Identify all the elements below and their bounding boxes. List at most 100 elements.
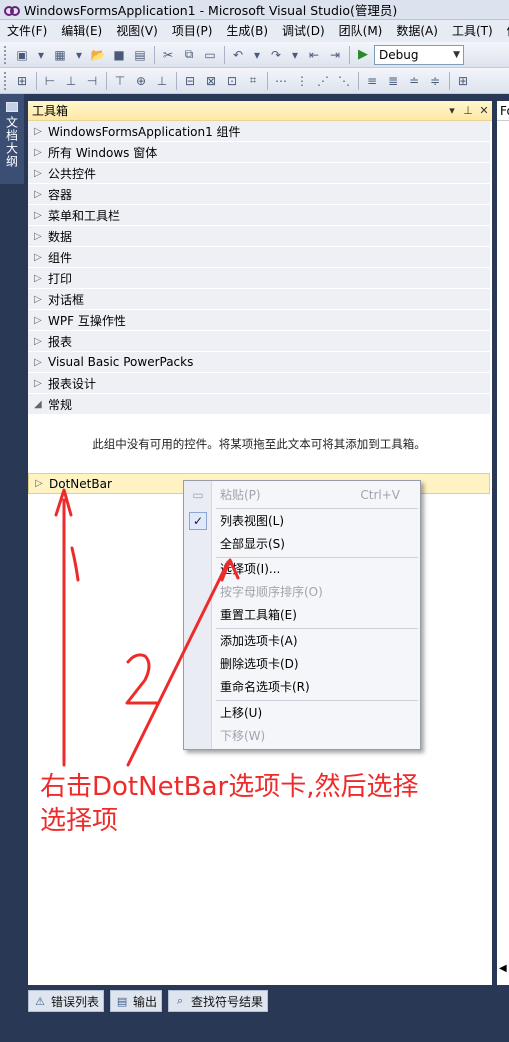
toolbox-category-label: 报表	[48, 334, 73, 349]
toolbox-category[interactable]: ▷ WPF 互操作性	[28, 310, 490, 331]
auto-hide-pin-icon[interactable]: ⊥	[460, 104, 476, 117]
toolbar-grip[interactable]	[4, 71, 8, 90]
toolbox-category[interactable]: ▷ 报表设计	[28, 373, 490, 394]
close-icon[interactable]: ✕	[476, 104, 492, 117]
toolbar-separator	[449, 71, 450, 90]
chevron-right-icon: ▷	[34, 356, 42, 368]
menu-view[interactable]: 视图(V)	[109, 20, 165, 42]
context-menu-label: 按字母顺序排序(O)	[220, 585, 323, 599]
menu-tools[interactable]: 工具(T)	[445, 20, 500, 42]
window-position-dropdown-icon[interactable]: ▾	[444, 104, 460, 117]
toolbox-category[interactable]: ▷ 打印	[28, 268, 490, 289]
solution-configuration-select[interactable]: Debug ▼	[374, 44, 464, 65]
redo-icon[interactable]: ↷	[266, 45, 286, 65]
open-file-icon[interactable]: 📂	[88, 45, 108, 65]
dropdown-arrow-icon[interactable]: ▾	[71, 45, 87, 65]
context-menu-shortcut: Ctrl+V	[360, 487, 400, 502]
save-all-icon[interactable]: ▤	[130, 45, 150, 65]
context-menu-move-down[interactable]: 下移(W)	[184, 724, 420, 747]
dropdown-arrow-icon[interactable]: ▾	[287, 45, 303, 65]
context-menu-rename-tab[interactable]: 重命名选项卡(R)	[184, 675, 420, 698]
size-to-grid-icon[interactable]: ⌗	[243, 71, 263, 91]
toolbox-category-label: 所有 Windows 窗体	[48, 145, 158, 160]
vertical-spacing-equal-icon[interactable]: ≡	[362, 71, 382, 91]
decrease-horizontal-spacing-icon[interactable]: ⋰	[313, 71, 333, 91]
center-horizontally-icon[interactable]: ⊞	[453, 71, 473, 91]
toolbox-category-expanded[interactable]: ◢ 常规	[28, 394, 490, 415]
save-icon[interactable]: ■	[109, 45, 129, 65]
menu-edit[interactable]: 编辑(E)	[54, 20, 109, 42]
dropdown-arrow-icon[interactable]: ▾	[249, 45, 265, 65]
remove-vertical-spacing-icon[interactable]: ≑	[425, 71, 445, 91]
toolbox-category-label: 组件	[48, 250, 73, 265]
bottom-tool-tabs: ⚠ 错误列表 ▤ 输出 ⌕ 查找符号结果	[28, 988, 509, 1014]
menu-data[interactable]: 数据(A)	[389, 20, 445, 42]
make-same-size-icon[interactable]: ⊡	[222, 71, 242, 91]
context-menu-delete-tab[interactable]: 删除选项卡(D)	[184, 652, 420, 675]
context-menu-choose-items[interactable]: 选择项(I)...	[184, 557, 420, 580]
title-bar: WindowsFormsApplication1 - Microsoft Vis…	[0, 0, 509, 20]
toolbar-grip[interactable]	[4, 45, 8, 64]
menu-architecture[interactable]: 体系	[500, 20, 509, 42]
toolbox-category[interactable]: ▷ 报表	[28, 331, 490, 352]
horizontal-spacing-equal-icon[interactable]: ⋯	[271, 71, 291, 91]
paste-icon[interactable]: ▭	[200, 45, 220, 65]
annotation-instruction: 右击DotNetBar选项卡,然后选择 选择项	[40, 770, 419, 838]
align-centers-icon[interactable]: ⊥	[61, 71, 81, 91]
scroll-left-icon[interactable]: ◀	[499, 963, 507, 974]
context-menu-move-up[interactable]: 上移(U)	[184, 701, 420, 724]
align-tops-icon[interactable]: ⊤	[110, 71, 130, 91]
checkmark-icon: ✓	[184, 511, 212, 530]
toolbox-category[interactable]: ▷ 组件	[28, 247, 490, 268]
copy-icon[interactable]: ⧉	[179, 45, 199, 65]
start-debugging-icon[interactable]: ▶	[353, 45, 373, 65]
toolbox-category[interactable]: ▷ 所有 Windows 窗体	[28, 142, 490, 163]
toolbox-category-label: WindowsFormsApplication1 组件	[48, 124, 241, 139]
decrease-vertical-spacing-icon[interactable]: ≐	[404, 71, 424, 91]
toolbox-category[interactable]: ▷ 公共控件	[28, 163, 490, 184]
toolbox-body: ▷ WindowsFormsApplication1 组件 ▷ 所有 Windows…	[28, 121, 492, 494]
new-project-icon[interactable]: ▣	[12, 45, 32, 65]
context-menu-reset-toolbox[interactable]: 重置工具箱(E)	[184, 603, 420, 626]
cut-icon[interactable]: ✂	[158, 45, 178, 65]
align-lefts-icon[interactable]: ⊢	[40, 71, 60, 91]
menu-build[interactable]: 生成(B)	[219, 20, 275, 42]
document-tab[interactable]: Fo	[497, 101, 509, 121]
menu-team[interactable]: 团队(M)	[332, 20, 390, 42]
chevron-right-icon: ▷	[34, 167, 42, 179]
align-rights-icon[interactable]: ⊣	[82, 71, 102, 91]
toolbox-category[interactable]: ▷ Visual Basic PowerPacks	[28, 352, 490, 373]
context-menu-list-view[interactable]: ✓ 列表视图(L)	[184, 509, 420, 532]
align-to-grid-icon[interactable]: ⊞	[12, 71, 32, 91]
undo-icon[interactable]: ↶	[228, 45, 248, 65]
error-list-tab[interactable]: ⚠ 错误列表	[28, 990, 105, 1012]
navigate-forward-icon[interactable]: ⇥	[325, 45, 345, 65]
remove-horizontal-spacing-icon[interactable]: ⋱	[334, 71, 354, 91]
toolbox-category[interactable]: ▷ 菜单和工具栏	[28, 205, 490, 226]
make-same-height-icon[interactable]: ⊠	[201, 71, 221, 91]
menu-project[interactable]: 项目(P)	[165, 20, 220, 42]
increase-horizontal-spacing-icon[interactable]: ⋮	[292, 71, 312, 91]
find-symbol-results-label: 查找符号结果	[191, 994, 264, 1009]
context-menu-show-all[interactable]: 全部显示(S)	[184, 532, 420, 555]
context-menu-add-tab[interactable]: 添加选项卡(A)	[184, 629, 420, 652]
align-bottoms-icon[interactable]: ⊥	[152, 71, 172, 91]
add-item-icon[interactable]: ▦	[50, 45, 70, 65]
dropdown-arrow-icon[interactable]: ▾	[33, 45, 49, 65]
context-menu-sort-alphabetically[interactable]: 按字母顺序排序(O)	[184, 580, 420, 603]
find-symbol-results-tab[interactable]: ⌕ 查找符号结果	[168, 990, 269, 1012]
toolbox-category[interactable]: ▷ 容器	[28, 184, 490, 205]
increase-vertical-spacing-icon[interactable]: ≣	[383, 71, 403, 91]
context-menu-paste[interactable]: ▭ 粘贴(P) Ctrl+V	[184, 483, 420, 506]
toolbox-category[interactable]: ▷ 对话框	[28, 289, 490, 310]
document-outline-tab[interactable]: 文档大纲	[0, 94, 24, 184]
menu-debug[interactable]: 调试(D)	[275, 20, 332, 42]
align-middles-icon[interactable]: ⊕	[131, 71, 151, 91]
toolbar-separator	[176, 71, 177, 90]
toolbox-category[interactable]: ▷ 数据	[28, 226, 490, 247]
output-tab[interactable]: ▤ 输出	[110, 990, 163, 1012]
navigate-backward-icon[interactable]: ⇤	[304, 45, 324, 65]
make-same-width-icon[interactable]: ⊟	[180, 71, 200, 91]
toolbox-category[interactable]: ▷ WindowsFormsApplication1 组件	[28, 121, 490, 142]
menu-file[interactable]: 文件(F)	[0, 20, 54, 42]
